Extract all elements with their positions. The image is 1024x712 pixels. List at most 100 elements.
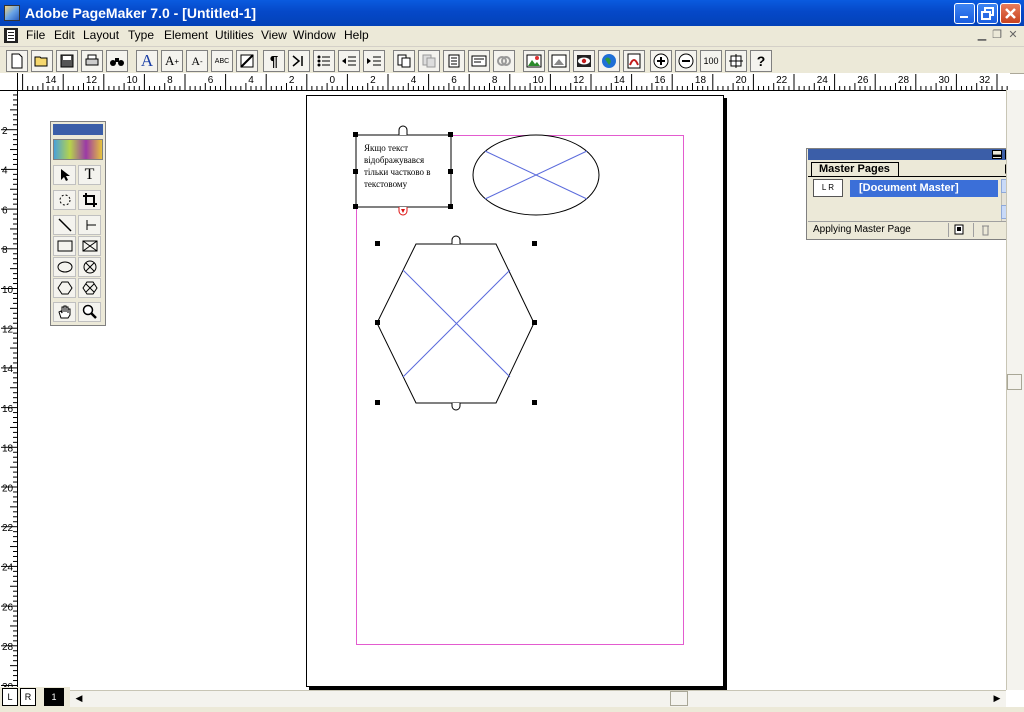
close-button[interactable] [1000, 3, 1021, 24]
hand-tool[interactable] [53, 302, 76, 322]
menu-layout[interactable]: Layout [83, 28, 119, 42]
document-master-item[interactable]: [Document Master] [850, 180, 998, 197]
menu-element[interactable]: Element [164, 28, 208, 42]
find-button[interactable] [106, 50, 128, 72]
menu-view[interactable]: View [261, 28, 287, 42]
links-button[interactable] [493, 50, 515, 72]
hex-top-handle[interactable] [451, 235, 461, 244]
bullets-button[interactable] [313, 50, 335, 72]
hexagon-frame[interactable] [376, 243, 535, 404]
indent-button[interactable] [363, 50, 385, 72]
place-button[interactable] [523, 50, 545, 72]
export-pdf-button[interactable] [623, 50, 645, 72]
right-master-page-icon[interactable]: R [20, 688, 36, 706]
paragraph-button[interactable]: ¶ [263, 50, 285, 72]
vertical-scrollbar[interactable] [1006, 90, 1024, 690]
styles-button[interactable] [393, 50, 415, 72]
rotate-tool[interactable] [53, 190, 76, 210]
hex-bottom-handle[interactable] [451, 403, 461, 411]
delete-master-button[interactable] [973, 223, 995, 237]
hex-handle-br[interactable] [532, 400, 537, 405]
handle-tr[interactable] [448, 132, 453, 137]
polygon-tool[interactable] [53, 278, 76, 298]
palette-title-bar[interactable] [808, 149, 1018, 160]
print-button[interactable] [81, 50, 103, 72]
font-size-down-button[interactable]: A- [186, 50, 208, 72]
ellipse-frame-tool[interactable] [78, 257, 101, 277]
handle-mr[interactable] [448, 169, 453, 174]
palette-minimize-icon[interactable]: ▬ [992, 150, 1002, 159]
hex-handle-tl[interactable] [375, 241, 380, 246]
rectangle-tool[interactable] [53, 236, 76, 256]
scroll-right-icon[interactable]: ▶ [990, 691, 1004, 705]
doc-minimize-icon[interactable]: ▁ [975, 29, 989, 42]
minimize-button[interactable] [954, 3, 975, 24]
font-size-up-button[interactable]: A + [161, 50, 183, 72]
colors-button[interactable] [418, 50, 440, 72]
zoom-in-button[interactable] [650, 50, 672, 72]
fit-window-button[interactable] [725, 50, 747, 72]
hex-handle-ml[interactable] [375, 320, 380, 325]
image-edit-button[interactable] [548, 50, 570, 72]
top-windowshade-handle[interactable] [398, 125, 408, 135]
menu-edit[interactable]: Edit [54, 28, 75, 42]
fit-window-icon [729, 54, 743, 68]
globe-icon [602, 54, 616, 68]
hex-handle-tr[interactable] [532, 241, 537, 246]
pointer-tool[interactable] [53, 165, 76, 185]
open-button[interactable] [31, 50, 53, 72]
toolbox-title-bar[interactable] [53, 124, 103, 135]
menu-type[interactable]: Type [128, 28, 154, 42]
handle-ml[interactable] [353, 169, 358, 174]
constrained-line-tool[interactable] [78, 215, 101, 235]
polygon-frame-tool[interactable] [78, 278, 101, 298]
horizontal-scrollbar[interactable] [70, 690, 1006, 708]
vertical-ruler[interactable]: 2 4 6 8 10 12 14 16 18 20 22 24 26 28 30 [0, 89, 18, 693]
handle-tl[interactable] [353, 132, 358, 137]
restore-button[interactable] [977, 3, 998, 24]
new-master-button[interactable] [948, 223, 968, 237]
text-tool[interactable]: T [78, 165, 101, 185]
hex-handle-bl[interactable] [375, 400, 380, 405]
menu-utilities[interactable]: Utilities [215, 28, 254, 42]
outdent-button[interactable] [338, 50, 360, 72]
horizontal-ruler[interactable]: 1412108642024681012141618202224262830323… [0, 73, 1024, 91]
zoom-out-button[interactable] [675, 50, 697, 72]
preview-button[interactable] [573, 50, 595, 72]
ellipse-tool[interactable] [53, 257, 76, 277]
line-tool[interactable] [53, 215, 76, 235]
left-master-page-icon[interactable]: L [2, 688, 18, 706]
handle-br[interactable] [448, 204, 453, 209]
page-1-icon[interactable]: 1 [44, 688, 64, 706]
new-button[interactable] [6, 50, 28, 72]
menu-file[interactable]: File [26, 28, 45, 42]
scroll-left-icon[interactable]: ◀ [72, 691, 86, 705]
menu-help[interactable]: Help [344, 28, 369, 42]
doc-restore-icon[interactable]: ❐ [990, 29, 1004, 42]
font-button[interactable]: A [136, 50, 158, 72]
crop-tool[interactable] [78, 190, 101, 210]
frame-button[interactable] [443, 50, 465, 72]
text-frame-content[interactable]: Якщо текст відображувався тільки частков… [364, 142, 446, 190]
web-button[interactable] [598, 50, 620, 72]
fill-button[interactable] [236, 50, 258, 72]
help-button[interactable]: ? [750, 50, 772, 72]
horizontal-scroll-thumb[interactable] [670, 691, 688, 706]
master-pages-tab[interactable]: Master Pages [811, 162, 899, 176]
actual-size-button[interactable]: 100 [700, 50, 722, 72]
indent-tabs-button[interactable] [288, 50, 310, 72]
zoom-tool[interactable] [78, 302, 101, 322]
document-icon[interactable] [4, 28, 18, 43]
story-editor-button[interactable] [468, 50, 490, 72]
menu-window[interactable]: Window [293, 28, 336, 42]
doc-close-icon[interactable]: ✕ [1006, 29, 1020, 42]
app-icon[interactable] [4, 5, 20, 21]
save-button[interactable] [56, 50, 78, 72]
handle-bl[interactable] [353, 204, 358, 209]
image-edit-icon [551, 54, 567, 68]
ruler-origin[interactable] [0, 73, 18, 91]
vertical-scroll-thumb[interactable] [1007, 374, 1022, 390]
rectangle-frame-tool[interactable] [78, 236, 101, 256]
hex-handle-mr[interactable] [532, 320, 537, 325]
spelling-button[interactable]: ABC [211, 50, 233, 72]
